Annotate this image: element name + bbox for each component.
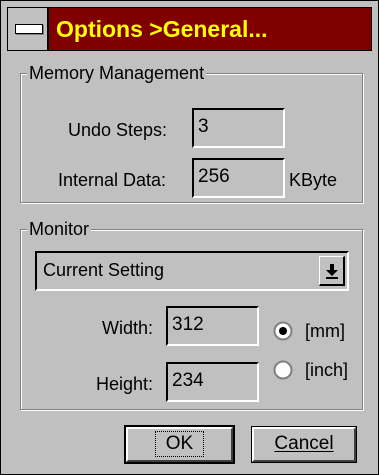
monitor-setting-value: Current Setting	[43, 260, 165, 280]
system-menu-icon	[15, 24, 43, 34]
height-field[interactable]: 234	[166, 362, 259, 402]
system-menu-button[interactable]	[8, 8, 49, 50]
unit-inch-label[interactable]: [inch]	[305, 359, 348, 381]
internal-data-unit: KByte	[289, 170, 338, 190]
ok-button[interactable]: OK	[124, 425, 235, 464]
monitor-setting-dropdown[interactable]: Current Setting	[35, 251, 349, 291]
width-label: Width:	[102, 318, 154, 338]
radio-mm[interactable]	[273, 321, 293, 341]
unit-mm-label[interactable]: [mm]	[305, 320, 345, 342]
cancel-button[interactable]: Cancel	[251, 426, 357, 463]
dropdown-arrow-icon	[326, 264, 338, 279]
window-title: Options >General...	[56, 16, 268, 42]
undo-steps-label: Undo Steps:	[68, 120, 168, 140]
ok-button-label: OK	[154, 431, 205, 457]
undo-steps-field[interactable]: 3	[192, 108, 285, 148]
title-bar[interactable]: Options >General...	[7, 7, 372, 51]
monitor-legend: Monitor	[27, 218, 92, 240]
internal-data-label: Internal Data:	[58, 170, 167, 190]
internal-data-field[interactable]: 256	[192, 158, 285, 198]
width-field[interactable]: 312	[166, 306, 259, 346]
memory-management-legend: Memory Management	[27, 62, 207, 84]
dropdown-button[interactable]	[319, 256, 345, 286]
options-dialog: Options >General... Memory Management Un…	[0, 0, 379, 475]
memory-management-group: Memory Management Undo Steps: 3 Internal…	[20, 62, 363, 203]
cancel-button-label: Cancel	[274, 433, 334, 454]
monitor-group: Monitor Current Setting Width: 312 Heigh…	[20, 218, 363, 410]
height-label: Height:	[96, 374, 154, 394]
radio-inch[interactable]	[273, 360, 293, 380]
